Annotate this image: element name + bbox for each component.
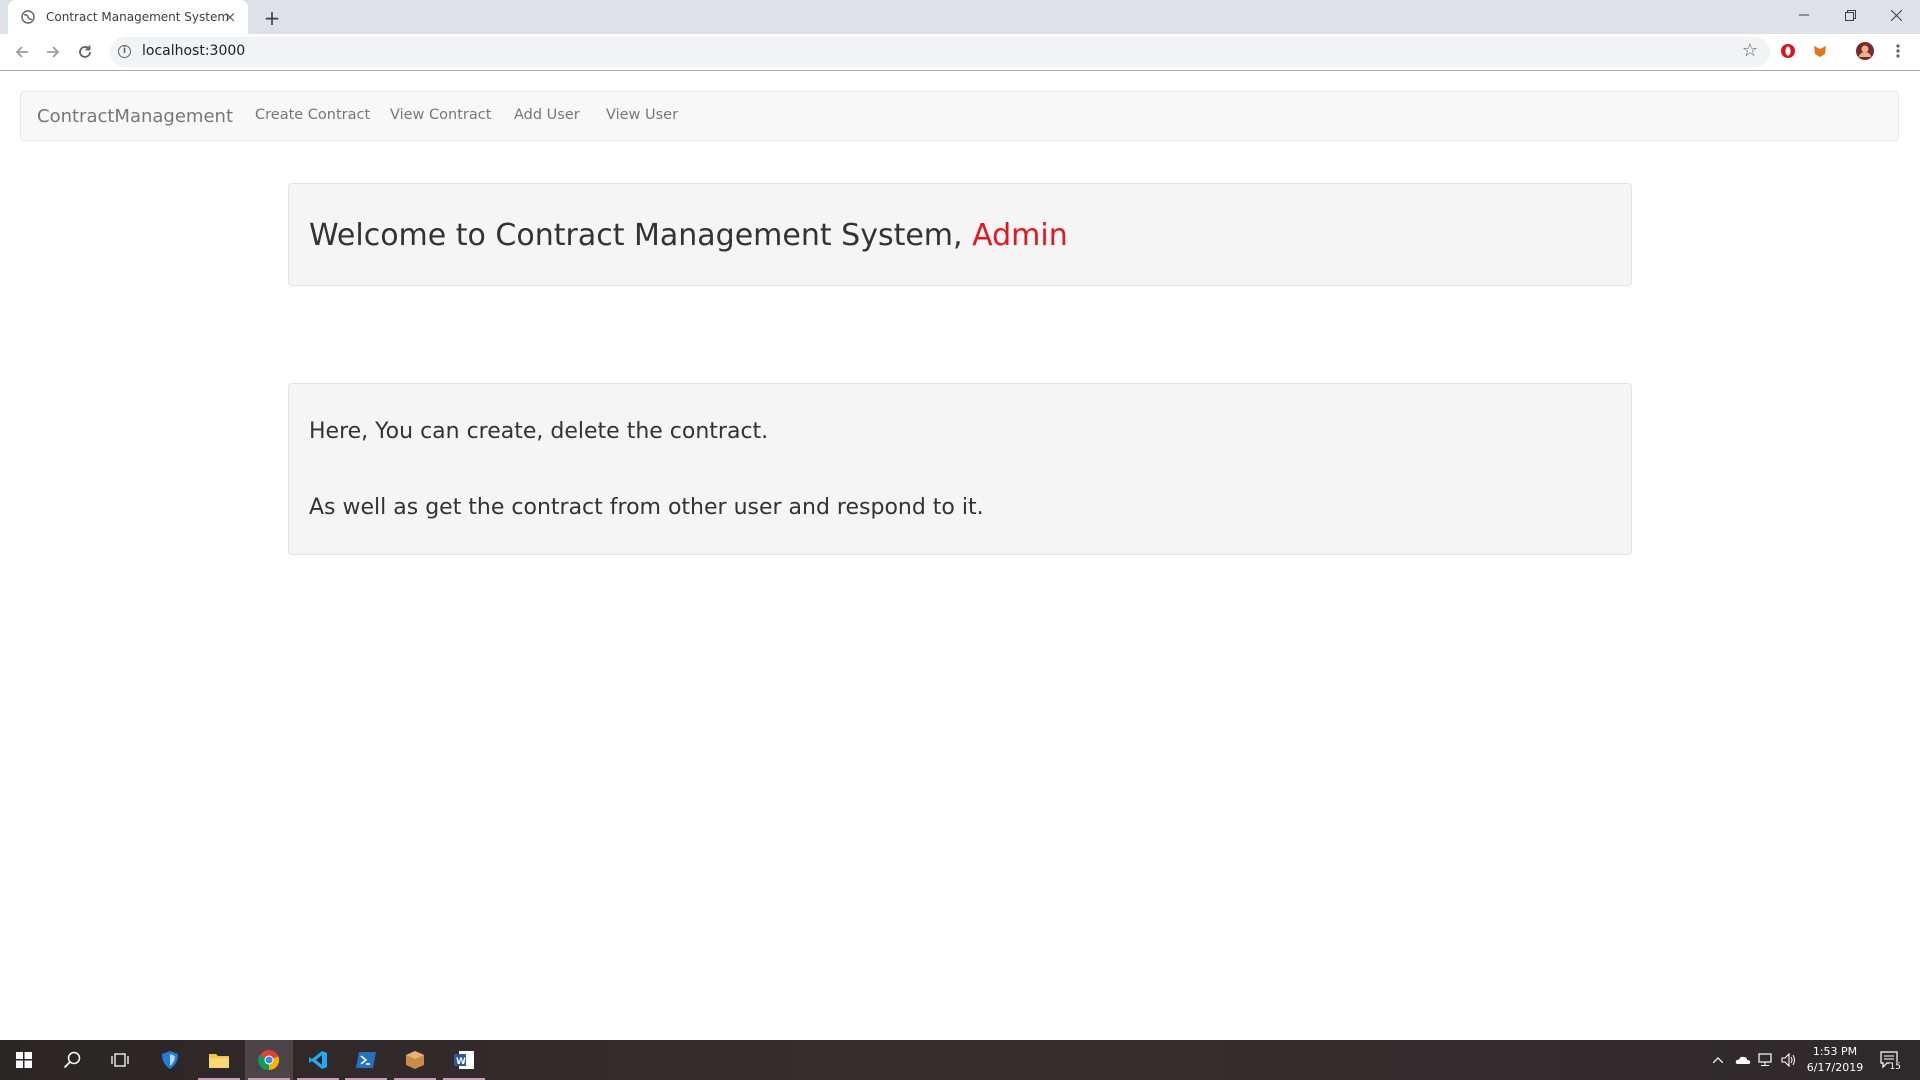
site-info-icon[interactable]: i <box>118 45 131 58</box>
address-bar[interactable]: i localhost:3000 ☆ <box>110 37 1770 67</box>
network-icon[interactable] <box>1758 1052 1774 1068</box>
restore-window-icon[interactable] <box>1827 0 1873 30</box>
word-icon[interactable]: W <box>440 1040 488 1080</box>
defender-icon[interactable] <box>146 1040 194 1080</box>
browser-toolbar: i localhost:3000 ☆ <box>0 34 1920 71</box>
reload-icon[interactable] <box>71 38 99 66</box>
globe-icon <box>20 9 36 25</box>
package-icon[interactable] <box>391 1040 439 1080</box>
file-explorer-icon[interactable] <box>195 1040 243 1080</box>
welcome-user: Admin <box>972 218 1068 253</box>
tab-title: Contract Management System <box>46 10 230 24</box>
taskbar: W 1:53 PM 6/17/2019 15 <box>0 1040 1920 1080</box>
welcome-text: Welcome to Contract Management System, <box>309 218 973 253</box>
action-center-icon[interactable]: 15 <box>1880 1051 1903 1072</box>
back-arrow-icon[interactable] <box>8 38 36 66</box>
volume-icon[interactable] <box>1781 1052 1797 1068</box>
menu-dots-icon[interactable] <box>1888 41 1908 61</box>
browser-tab[interactable]: Contract Management System × <box>8 0 248 34</box>
minimize-window-icon[interactable] <box>1781 0 1827 30</box>
welcome-panel: Welcome to Contract Management System, A… <box>288 183 1632 286</box>
info-line-2: As well as get the contract from other u… <box>309 495 984 520</box>
notification-count: 15 <box>1887 1062 1903 1072</box>
clock[interactable]: 1:53 PM 6/17/2019 <box>1800 1044 1870 1076</box>
onedrive-icon[interactable] <box>1735 1052 1751 1068</box>
forward-arrow-icon[interactable] <box>39 38 67 66</box>
nav-view-contract[interactable]: View Contract <box>390 107 491 123</box>
bookmark-star-icon[interactable]: ☆ <box>1742 40 1758 61</box>
profile-avatar-icon[interactable] <box>1855 41 1875 61</box>
navbar: ContractManagement Create Contract View … <box>20 91 1899 141</box>
clock-date: 6/17/2019 <box>1806 1061 1864 1074</box>
nav-add-user[interactable]: Add User <box>514 107 580 123</box>
task-view-icon[interactable] <box>96 1040 144 1080</box>
chrome-icon[interactable] <box>245 1040 293 1080</box>
metamask-extension-icon[interactable] <box>1810 41 1830 61</box>
close-window-icon[interactable] <box>1873 0 1919 30</box>
new-tab-button[interactable]: + <box>262 6 282 30</box>
tab-strip: Contract Management System × + <box>0 0 1920 34</box>
svg-text:W: W <box>456 1057 466 1067</box>
vscode-icon[interactable] <box>294 1040 342 1080</box>
tab-close-icon[interactable]: × <box>222 8 238 26</box>
info-line-1: Here, You can create, delete the contrac… <box>309 419 769 444</box>
powershell-icon[interactable] <box>342 1040 390 1080</box>
clock-time: 1:53 PM <box>1812 1045 1858 1058</box>
nav-create-contract[interactable]: Create Contract <box>255 107 370 123</box>
windows-start-icon[interactable] <box>0 1040 48 1080</box>
show-hidden-icons-icon[interactable] <box>1710 1052 1726 1068</box>
opera-extension-icon[interactable] <box>1778 41 1798 61</box>
nav-view-user[interactable]: View User <box>606 107 678 123</box>
welcome-heading: Welcome to Contract Management System, A… <box>309 218 1068 253</box>
navbar-brand[interactable]: ContractManagement <box>37 106 233 127</box>
search-icon[interactable] <box>48 1040 96 1080</box>
url-text[interactable]: localhost:3000 <box>142 43 245 59</box>
info-panel: Here, You can create, delete the contrac… <box>288 383 1632 555</box>
